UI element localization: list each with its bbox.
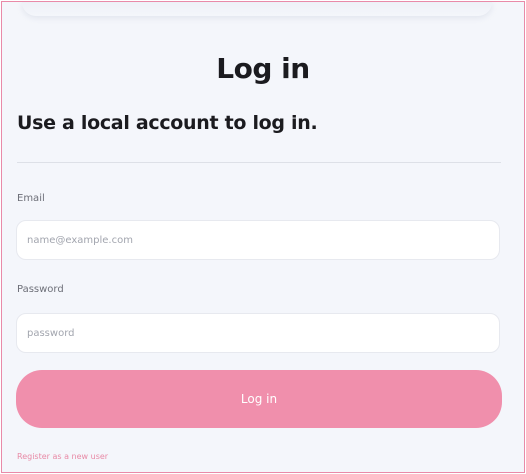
login-button[interactable]: Log in [16, 370, 502, 428]
page-title: Log in [216, 52, 310, 85]
email-field[interactable] [16, 220, 500, 260]
page-subtitle: Use a local account to log in. [17, 112, 318, 134]
password-label: Password [17, 284, 64, 295]
email-label: Email [17, 193, 45, 204]
divider [17, 162, 501, 163]
login-panel: Log in Use a local account to log in. Em… [1, 1, 525, 473]
register-link[interactable]: Register as a new user [17, 452, 108, 461]
password-field[interactable] [16, 313, 500, 353]
top-bar-shadow [22, 2, 492, 16]
